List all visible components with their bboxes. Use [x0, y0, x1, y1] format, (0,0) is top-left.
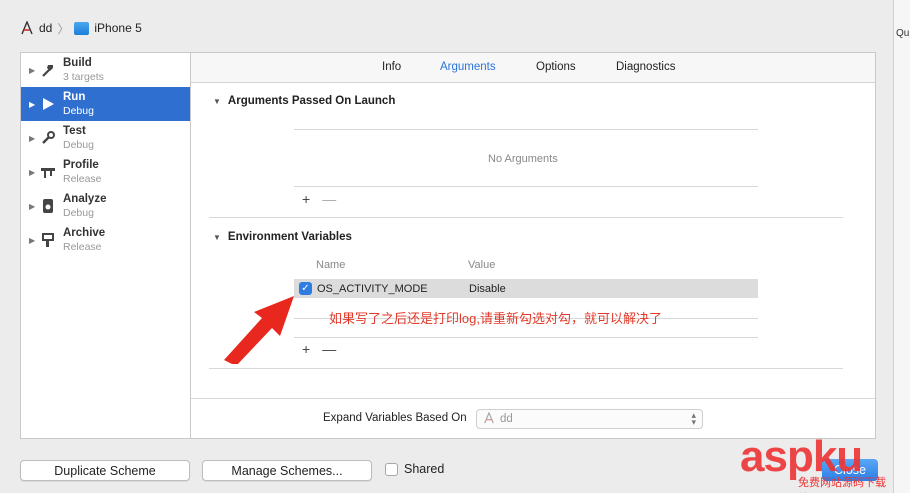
action-sublabel: Release: [63, 173, 102, 185]
action-sublabel: Debug: [63, 105, 94, 117]
analyze-icon: [39, 197, 57, 215]
remove-argument-button[interactable]: —: [322, 191, 336, 207]
enable-checkbox[interactable]: ✓: [299, 282, 312, 295]
section-title: Arguments Passed On Launch: [227, 95, 396, 107]
arguments-section-header[interactable]: ▼ Arguments Passed On Launch: [213, 95, 395, 107]
disclosure-triangle-icon[interactable]: ▶: [29, 66, 39, 75]
background-window-strip: Qui: [893, 0, 910, 493]
tab-info[interactable]: Info: [382, 61, 401, 73]
action-label: Build: [63, 57, 92, 69]
disclosure-triangle-icon[interactable]: ▶: [29, 100, 39, 109]
column-header-value: Value: [468, 259, 496, 271]
manage-schemes-button[interactable]: Manage Schemes...: [202, 460, 372, 481]
caliper-icon: [39, 163, 57, 181]
environment-section-header[interactable]: ▼ Environment Variables: [213, 231, 352, 243]
divider: [294, 129, 758, 130]
shared-checkbox[interactable]: [385, 462, 398, 476]
env-add-remove: + —: [302, 341, 336, 357]
section-divider: [209, 368, 843, 369]
archive-icon: [39, 231, 57, 249]
play-icon: [39, 95, 57, 113]
shared-checkbox-group[interactable]: Shared: [385, 462, 444, 476]
run-settings-panel: Info Arguments Options Diagnostics ▼ Arg…: [190, 52, 876, 439]
action-label: Run: [63, 91, 86, 103]
shared-label: Shared: [404, 462, 445, 476]
action-label: Archive: [63, 227, 106, 239]
disclosure-down-icon[interactable]: ▼: [213, 233, 221, 242]
add-argument-button[interactable]: +: [302, 191, 310, 207]
expand-variables-label: Expand Variables Based On: [323, 412, 467, 424]
duplicate-scheme-button[interactable]: Duplicate Scheme: [20, 460, 190, 481]
breadcrumb-project[interactable]: dd: [39, 21, 52, 35]
section-divider: [209, 217, 843, 218]
panel-footer-divider: [191, 398, 875, 399]
divider: [294, 337, 758, 338]
action-run[interactable]: ▶ Run Debug: [21, 87, 190, 121]
env-variable-value[interactable]: Disable: [469, 283, 506, 295]
disclosure-triangle-icon[interactable]: ▶: [29, 236, 39, 245]
chevron-updown-icon: ▴ ▾: [691, 410, 696, 427]
background-text: Qui: [896, 28, 910, 39]
tab-options[interactable]: Options: [536, 61, 576, 73]
wrench-icon: [39, 129, 57, 147]
arguments-add-remove: + —: [302, 191, 336, 207]
xcode-app-icon: [483, 410, 495, 427]
divider: [294, 186, 758, 187]
disclosure-triangle-icon[interactable]: ▶: [29, 168, 39, 177]
action-archive[interactable]: ▶ Archive Release: [21, 223, 190, 257]
action-test[interactable]: ▶ Test Debug: [21, 121, 190, 155]
env-variable-name[interactable]: OS_ACTIVITY_MODE: [317, 283, 428, 295]
no-arguments-text: No Arguments: [488, 153, 558, 165]
action-build[interactable]: ▶ Build 3 targets: [21, 53, 190, 87]
action-label: Test: [63, 125, 86, 137]
tab-bar: Info Arguments Options Diagnostics: [191, 53, 875, 83]
remove-env-variable-button[interactable]: —: [322, 341, 336, 357]
action-label: Analyze: [63, 193, 107, 205]
action-analyze[interactable]: ▶ Analyze Debug: [21, 189, 190, 223]
env-variable-row[interactable]: ✓ OS_ACTIVITY_MODE Disable: [294, 279, 758, 298]
hammer-icon: [39, 61, 57, 79]
expand-variables-select[interactable]: dd ▴ ▾: [476, 409, 703, 429]
action-sublabel: Debug: [63, 207, 94, 219]
column-header-name: Name: [316, 259, 346, 271]
tab-diagnostics[interactable]: Diagnostics: [616, 61, 675, 73]
disclosure-down-icon[interactable]: ▼: [213, 97, 221, 106]
action-sublabel: Release: [63, 241, 102, 253]
action-label: Profile: [63, 159, 99, 171]
device-icon: [74, 21, 90, 35]
add-env-variable-button[interactable]: +: [302, 341, 310, 357]
action-sublabel: 3 targets: [63, 71, 104, 83]
action-profile[interactable]: ▶ Profile Release: [21, 155, 190, 189]
breadcrumb-separator-icon: 〉: [57, 21, 70, 36]
scheme-action-list: ▶ Build 3 targets ▶ Run Debug ▶ Test Debug …: [20, 52, 191, 439]
xcode-app-icon: [20, 20, 34, 35]
watermark-subtitle: 免费网站源码下载站!: [798, 477, 886, 489]
action-sublabel: Debug: [63, 139, 94, 151]
annotation-text: 如果写了之后还是打印log,请重新勾选对勾，就可以解决了: [329, 311, 662, 326]
tab-arguments[interactable]: Arguments: [440, 61, 496, 73]
breadcrumb-device[interactable]: iPhone 5: [94, 21, 141, 35]
scheme-editor-sheet: dd 〉 iPhone 5 ▶ Build 3 targets ▶ Run Debu…: [0, 0, 893, 493]
disclosure-triangle-icon[interactable]: ▶: [29, 134, 39, 143]
annotation-arrow-icon: [224, 296, 294, 364]
disclosure-triangle-icon[interactable]: ▶: [29, 202, 39, 211]
breadcrumb[interactable]: dd 〉 iPhone 5: [20, 19, 142, 37]
section-title: Environment Variables: [227, 231, 352, 243]
select-value: dd: [500, 413, 513, 425]
